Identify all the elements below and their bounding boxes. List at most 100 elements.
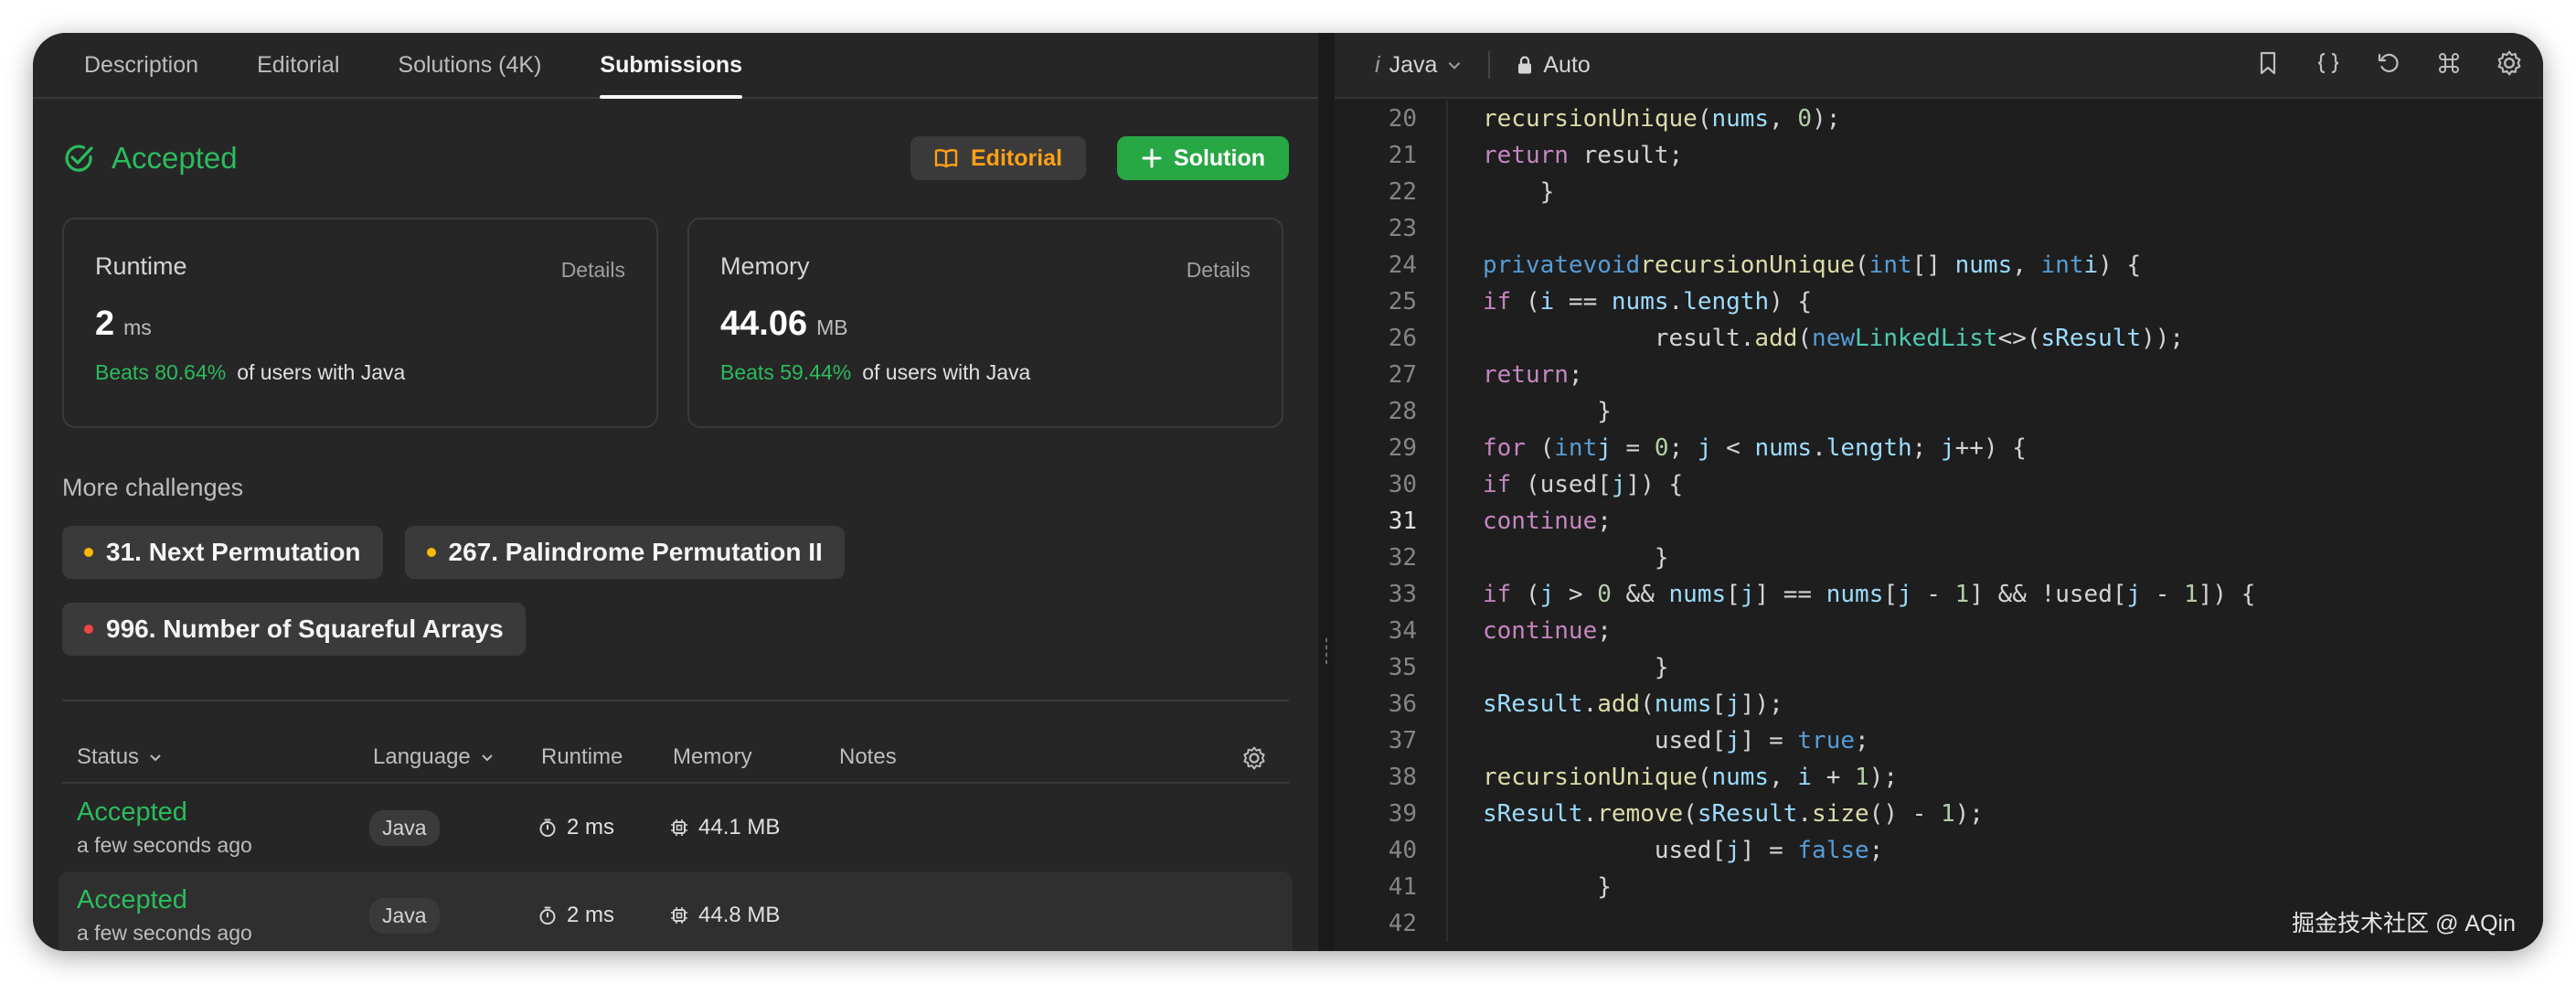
code-line[interactable]: 36 sResult. add(nums[j]); xyxy=(1335,686,2543,722)
line-number: 28 xyxy=(1388,398,1417,425)
status-column-header[interactable]: Status xyxy=(62,744,373,770)
line-number: 33 xyxy=(1388,581,1417,608)
gear-icon[interactable] xyxy=(1241,745,1267,771)
code-line[interactable]: 41 } xyxy=(1335,869,2543,905)
chevron-down-icon xyxy=(1446,57,1463,73)
submission-status[interactable]: Accepted xyxy=(77,797,187,828)
tab-editorial[interactable]: Editorial xyxy=(228,33,368,97)
stopwatch-icon xyxy=(538,818,558,838)
tab-submissions[interactable]: Submissions xyxy=(570,33,772,99)
code-text: } xyxy=(1446,540,1669,576)
solution-button[interactable]: Solution xyxy=(1117,136,1289,180)
code-text: private void recursionUnique(int[] nums,… xyxy=(1446,247,2141,283)
runtime-card[interactable]: Runtime Details 2 ms Beats 80.64% of use… xyxy=(62,218,658,428)
line-number: 25 xyxy=(1388,288,1417,316)
book-icon xyxy=(934,148,958,168)
status-header-label: Status xyxy=(77,744,140,769)
line-number: 39 xyxy=(1388,800,1417,828)
difficulty-dot xyxy=(84,548,93,557)
line-number: 34 xyxy=(1388,617,1417,645)
challenge-label: 996. Number of Squareful Arrays xyxy=(106,615,504,643)
code-text xyxy=(1446,210,1483,247)
runtime-details-link[interactable]: Details xyxy=(561,258,625,283)
line-number: 36 xyxy=(1388,690,1417,718)
gear-icon[interactable] xyxy=(2496,49,2523,77)
runtime-cell: 2 ms xyxy=(538,815,669,840)
code-line[interactable]: 21 return result; xyxy=(1335,137,2543,174)
runtime-unit: ms xyxy=(123,316,152,339)
code-line[interactable]: 24 private void recursionUnique(int[] nu… xyxy=(1335,247,2543,283)
language-cell: Java xyxy=(369,897,538,934)
line-number: 31 xyxy=(1388,508,1417,535)
code-line[interactable]: 34 continue; xyxy=(1335,613,2543,649)
editorial-button[interactable]: Editorial xyxy=(910,136,1087,180)
runtime-beats: Beats 80.64% of users with Java xyxy=(95,360,625,385)
submission-status[interactable]: Accepted xyxy=(77,885,187,915)
line-number: 24 xyxy=(1388,251,1417,279)
code-line[interactable]: 38 recursionUnique(nums, i + 1); xyxy=(1335,759,2543,796)
code-text: sResult. add(nums[j]); xyxy=(1446,686,1783,722)
code-line[interactable]: 35 } xyxy=(1335,649,2543,686)
code-line[interactable]: 26 result. add(new LinkedList <>(sResult))… xyxy=(1335,320,2543,357)
code-line[interactable]: 33 if (j > 0 && nums[j] == nums[j - 1] &… xyxy=(1335,576,2543,613)
code-line[interactable]: 31 continue; xyxy=(1335,503,2543,540)
status-row: Accepted Editorial Solution xyxy=(62,99,1289,218)
memory-details-link[interactable]: Details xyxy=(1187,258,1251,283)
info-icon: i xyxy=(1375,51,1380,78)
code-text: recursionUnique(nums, i + 1); xyxy=(1446,759,1898,796)
solution-button-label: Solution xyxy=(1174,144,1265,171)
line-number: 27 xyxy=(1388,361,1417,389)
section-divider xyxy=(62,700,1289,701)
runtime-cell: 2 ms xyxy=(538,903,669,928)
table-row[interactable]: Accepted a few seconds ago Java 2 ms 44.… xyxy=(59,784,1293,872)
memory-card[interactable]: Memory Details 44.06 MB Beats 59.44% of … xyxy=(687,218,1283,428)
memory-beats-percent: Beats 59.44% xyxy=(720,360,852,384)
code-format-icon[interactable] xyxy=(2315,49,2342,77)
panel-splitter[interactable] xyxy=(1318,33,1335,951)
line-number: 21 xyxy=(1388,142,1417,169)
table-row[interactable]: Accepted a few seconds ago Java 2 ms 44.… xyxy=(59,872,1293,951)
code-line[interactable]: 32 } xyxy=(1335,540,2543,576)
bookmark-icon[interactable] xyxy=(2254,49,2282,77)
language-selector[interactable]: i Java xyxy=(1375,52,1463,79)
challenge-chip[interactable]: 31. Next Permutation xyxy=(62,526,383,579)
drag-handle-icon[interactable] xyxy=(1325,636,1328,664)
language-selector-value: Java xyxy=(1389,51,1438,78)
code-line[interactable]: 29 for (int j = 0; j < nums. length; j ++)… xyxy=(1335,430,2543,466)
submissions-table-header: Status Language Runtime Memory Notes xyxy=(62,733,1289,784)
runtime-beats-percent: Beats 80.64% xyxy=(95,360,227,384)
code-area[interactable]: 20 recursionUnique(nums, 0); 21 return re… xyxy=(1335,101,2543,951)
submission-status-cell: Accepted a few seconds ago xyxy=(59,885,369,946)
challenge-label: 31. Next Permutation xyxy=(106,538,361,566)
code-line[interactable]: 23 xyxy=(1335,210,2543,247)
command-icon[interactable] xyxy=(2435,49,2463,77)
code-line[interactable]: 30 if (used[j]) { xyxy=(1335,466,2543,503)
language-column-header[interactable]: Language xyxy=(373,744,541,770)
code-line[interactable]: 22 } xyxy=(1335,174,2543,210)
challenge-chip[interactable]: 996. Number of Squareful Arrays xyxy=(62,603,526,656)
reset-icon[interactable] xyxy=(2375,49,2402,77)
language-header-label: Language xyxy=(373,744,471,769)
code-line[interactable]: 39 sResult. remove(sResult. size() - 1); xyxy=(1335,796,2543,832)
submission-content: Accepted Editorial Solution Runtime Deta… xyxy=(33,99,1318,951)
editorial-button-label: Editorial xyxy=(971,144,1063,171)
challenge-chip[interactable]: 267. Palindrome Permutation II xyxy=(404,526,845,579)
code-line[interactable]: 37 used[j] = true; xyxy=(1335,722,2543,759)
code-line[interactable]: 40 used[j] = false; xyxy=(1335,832,2543,869)
memory-number: 44.06 xyxy=(720,305,808,343)
code-text: recursionUnique(nums, 0); xyxy=(1446,101,1840,137)
code-line[interactable]: 20 recursionUnique(nums, 0); xyxy=(1335,101,2543,137)
code-line[interactable]: 28 } xyxy=(1335,393,2543,430)
watermark: 掘金技术社区 @ AQin xyxy=(2292,911,2516,936)
line-number: 30 xyxy=(1388,471,1417,498)
code-line[interactable]: 27 return; xyxy=(1335,357,2543,393)
challenge-label: 267. Palindrome Permutation II xyxy=(448,538,823,566)
autocomplete-mode[interactable]: Auto xyxy=(1516,52,1591,79)
tab-description[interactable]: Description xyxy=(55,33,228,97)
difficulty-dot xyxy=(426,548,436,557)
editor-toolbar: i Java Auto xyxy=(1335,33,2543,99)
code-line[interactable]: 25 if (i == nums. length) { xyxy=(1335,283,2543,320)
tab-solutions[interactable]: Solutions (4K) xyxy=(368,33,570,97)
language-badge: Java xyxy=(369,897,440,934)
language-cell: Java xyxy=(369,809,538,846)
